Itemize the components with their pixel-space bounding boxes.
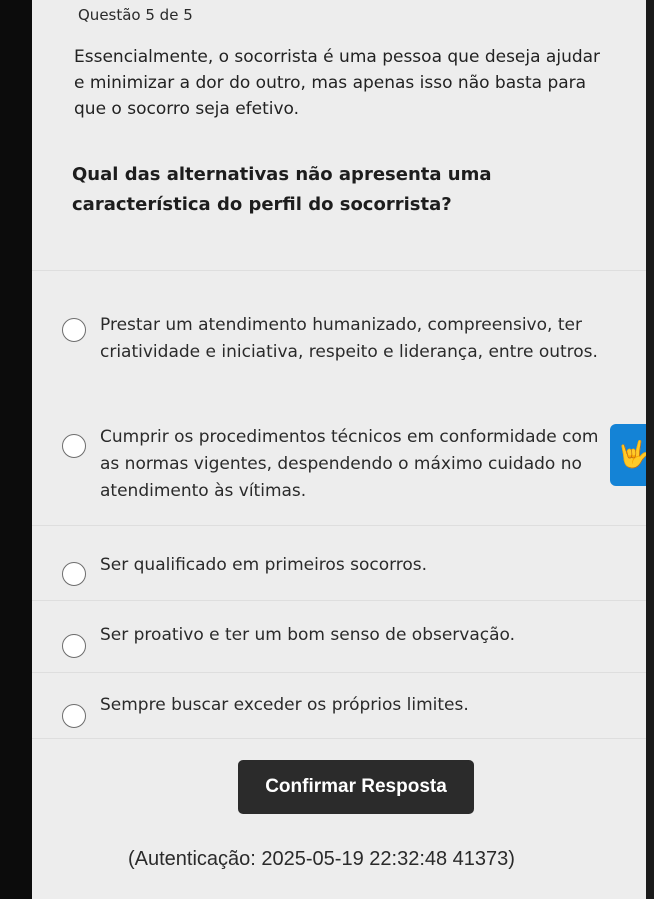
divider	[32, 270, 646, 271]
radio-button[interactable]	[62, 562, 86, 586]
divider	[32, 600, 646, 601]
question-statement: Essencialmente, o socorrista é uma pesso…	[74, 47, 601, 119]
authentication-text: (Autenticação: 2025-05-19 22:32:48 41373…	[128, 848, 515, 870]
radio-button[interactable]	[62, 318, 86, 342]
option-5[interactable]: Sempre buscar exceder os próprios limite…	[62, 692, 642, 728]
divider	[32, 738, 646, 739]
radio-button[interactable]	[62, 634, 86, 658]
divider	[32, 525, 646, 526]
quiz-screen: Questão 5 de 5 Essencialmente, o socorri…	[32, 0, 646, 899]
option-4-label: Ser proativo e ter um bom senso de obser…	[100, 625, 516, 645]
radio-button[interactable]	[62, 434, 86, 458]
divider	[32, 672, 646, 673]
option-1-label: Prestar um atendimento humanizado, compr…	[100, 315, 598, 362]
option-3[interactable]: Ser qualificado em primeiros socorros.	[62, 552, 642, 586]
option-2-label: Cumprir os procedimentos técnicos em con…	[100, 427, 599, 501]
option-1[interactable]: Prestar um atendimento humanizado, compr…	[62, 312, 642, 392]
option-3-label: Ser qualificado em primeiros socorros.	[100, 555, 428, 575]
radio-button[interactable]	[62, 704, 86, 728]
screen-bezel	[646, 0, 654, 899]
question-prompt: Qual das alternativas não apresenta uma …	[72, 164, 492, 215]
confirm-answer-button[interactable]: Confirmar Resposta	[238, 760, 474, 814]
question-counter: Questão 5 de 5	[78, 6, 193, 24]
sign-language-icon: 🤟	[617, 440, 646, 470]
option-2[interactable]: Cumprir os procedimentos técnicos em con…	[62, 424, 642, 504]
option-4[interactable]: Ser proativo e ter um bom senso de obser…	[62, 622, 642, 658]
option-5-label: Sempre buscar exceder os próprios limite…	[100, 695, 469, 715]
accessibility-widget-button[interactable]: 🤟	[610, 424, 646, 486]
